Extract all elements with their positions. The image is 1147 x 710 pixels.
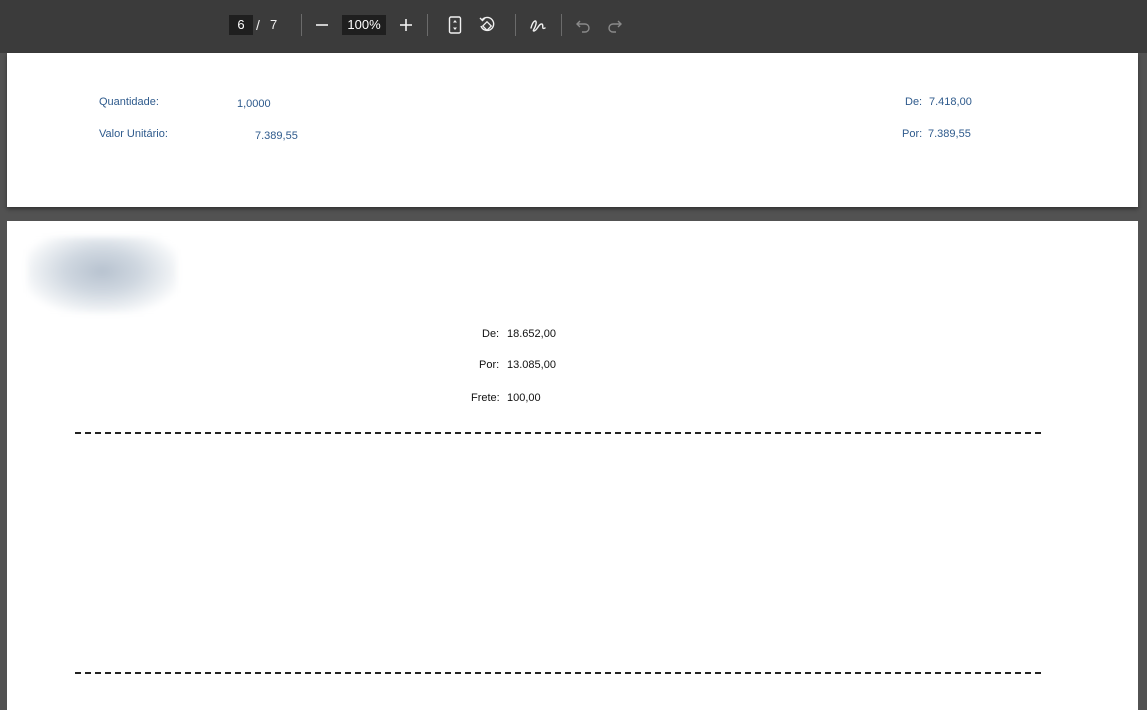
fit-page-icon [448, 16, 462, 34]
por-value: 13.085,00 [507, 359, 556, 371]
de-value: 7.418,00 [929, 96, 972, 108]
toolbar-divider [301, 14, 302, 36]
undo-button[interactable] [571, 13, 595, 37]
dashed-separator [75, 672, 1041, 674]
por-value: 7.389,55 [928, 128, 971, 140]
blurred-logo [27, 237, 177, 313]
por-label: Por: [479, 359, 500, 371]
redo-button[interactable] [603, 13, 627, 37]
zoom-level-input[interactable]: 100% [342, 15, 386, 35]
de-value: 18.652,00 [507, 328, 556, 340]
por-label: Por: [902, 128, 923, 140]
draw-button[interactable] [526, 13, 550, 37]
toolbar-divider [561, 14, 562, 36]
de-label: De: [482, 328, 500, 340]
page-number-input[interactable]: 6 [229, 15, 253, 35]
valor-unitario-label: Valor Unitário: [99, 128, 168, 140]
zoom-in-button[interactable] [394, 13, 418, 37]
rotate-icon [479, 16, 495, 32]
pdf-page-7: De: 18.652,00 Por: 13.085,00 Frete: 100,… [7, 221, 1138, 710]
page-total: 7 [270, 17, 278, 32]
dashed-separator [75, 432, 1041, 434]
page-separator: / [256, 17, 260, 33]
rotate-button[interactable] [475, 13, 499, 37]
quantidade-value: 1,0000 [237, 98, 271, 110]
toolbar-divider [427, 14, 428, 36]
zoom-out-button[interactable] [310, 13, 334, 37]
de-label: De: [905, 96, 923, 108]
toolbar-divider [515, 14, 516, 36]
zoom-in-icon [400, 19, 412, 31]
quantidade-label: Quantidade: [99, 96, 159, 108]
frete-value: 100,00 [507, 392, 541, 404]
fit-page-button[interactable] [443, 13, 467, 37]
valor-unitario-value: 7.389,55 [255, 130, 298, 142]
pdf-toolbar: 6 / 7 100% [0, 0, 1147, 53]
zoom-out-icon [316, 24, 328, 26]
pdf-page-6: Quantidade: 1,0000 Valor Unitário: 7.389… [7, 53, 1138, 207]
redo-icon [608, 20, 622, 33]
frete-label: Frete: [471, 392, 500, 404]
undo-icon [576, 20, 590, 33]
draw-icon [530, 20, 546, 32]
